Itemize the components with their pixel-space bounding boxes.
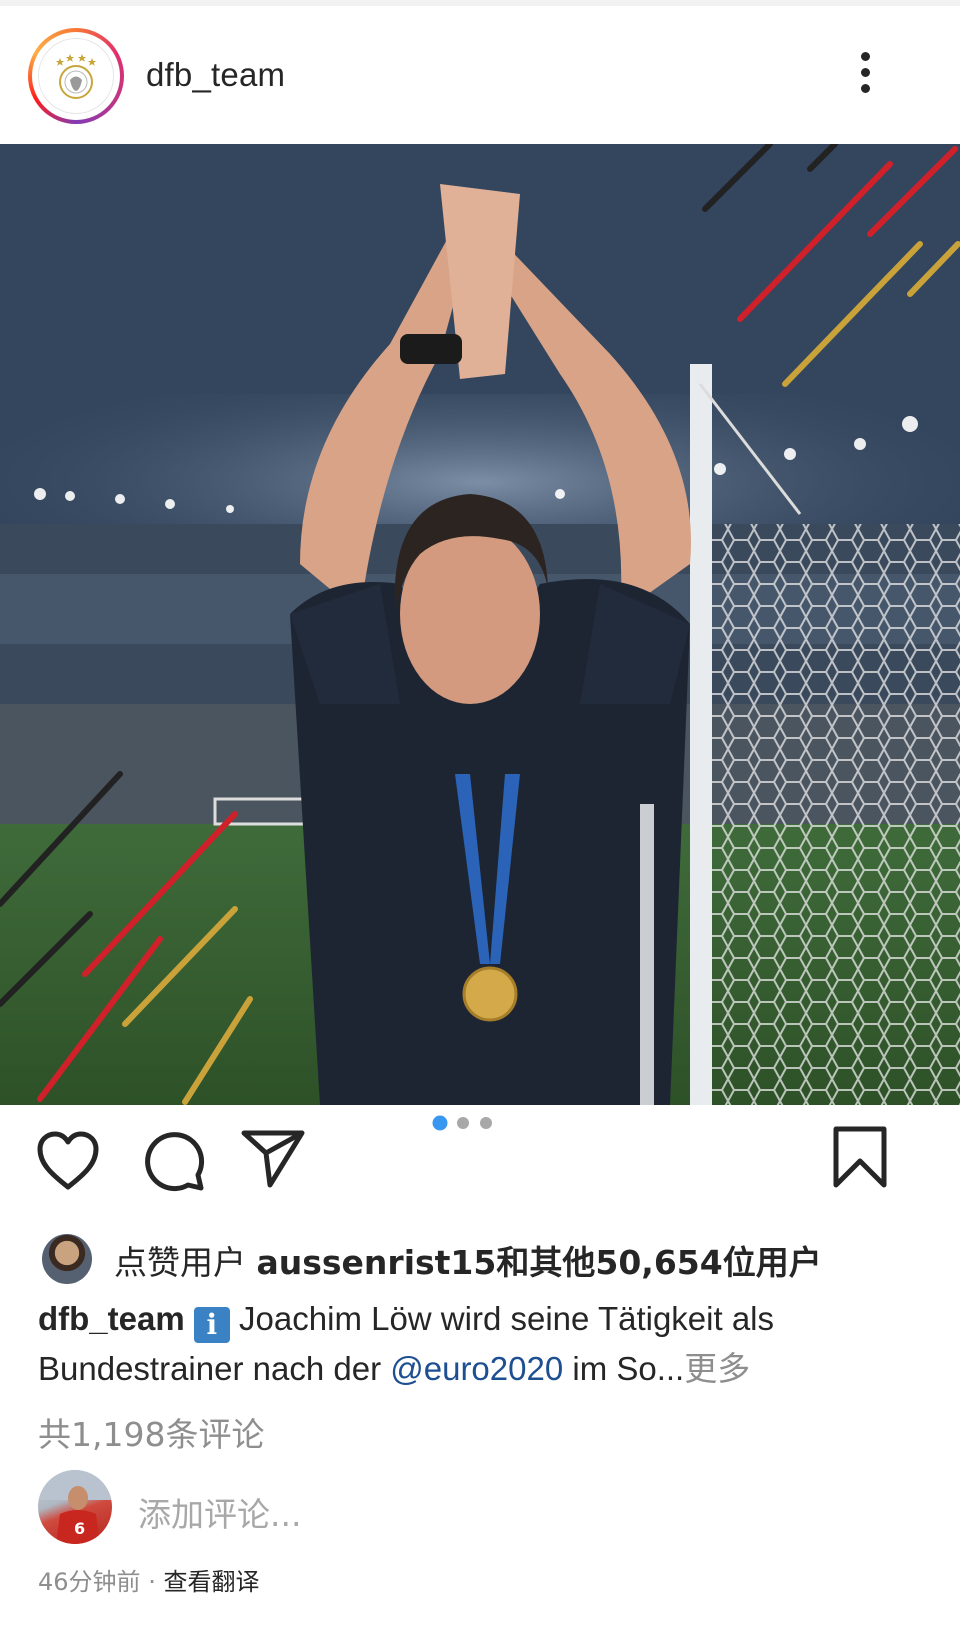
comment-input[interactable]: 添加评论...	[138, 1488, 301, 1536]
share-button[interactable]	[240, 1129, 306, 1193]
more-link[interactable]: 更多	[684, 1350, 750, 1387]
view-comments-link[interactable]: 共1,198条评论	[38, 1408, 264, 1456]
liker-username[interactable]: aussenrist15	[257, 1243, 497, 1282]
post-image	[0, 144, 960, 1105]
carousel-dot	[480, 1117, 492, 1129]
caption-username[interactable]: dfb_team	[38, 1300, 185, 1337]
post-footer: 46分钟前 · 查看翻译	[38, 1562, 259, 1597]
heart-icon	[37, 1131, 99, 1190]
footer-separator: ·	[148, 1568, 156, 1596]
add-comment-row[interactable]: 6 添加评论...	[38, 1470, 918, 1550]
action-bar	[0, 1105, 960, 1225]
likes-count[interactable]: 和其他50,654位用户	[496, 1243, 821, 1282]
instagram-post-screen: dfb_team 点赞用户 aussenrist15和其他50,654位用户 d…	[0, 0, 960, 1627]
comment-button[interactable]	[143, 1130, 205, 1196]
more-vertical-icon	[860, 52, 870, 61]
see-translation-link[interactable]: 查看翻译	[163, 1568, 259, 1596]
carousel-dot-active	[432, 1115, 448, 1131]
post-header: dfb_team	[0, 6, 960, 144]
more-options-button[interactable]	[850, 46, 880, 110]
mention-link[interactable]: @euro2020	[390, 1350, 563, 1387]
send-icon	[241, 1130, 305, 1188]
carousel-indicator	[430, 1113, 500, 1137]
profile-avatar[interactable]	[28, 28, 124, 124]
dfb-logo	[38, 38, 114, 114]
liker-avatar	[42, 1234, 92, 1284]
caption-text-continued: im So...	[563, 1350, 685, 1387]
svg-text:6: 6	[74, 1519, 85, 1538]
post-timestamp: 46分钟前	[38, 1568, 141, 1596]
info-icon: i	[193, 1307, 230, 1343]
bookmark-icon	[833, 1126, 887, 1188]
my-avatar: 6	[38, 1470, 112, 1544]
carousel-dot	[457, 1117, 469, 1129]
post-caption: dfb_team i Joachim Löw wird seine Tätigk…	[38, 1294, 928, 1394]
likes-summary[interactable]: 点赞用户 aussenrist15和其他50,654位用户	[42, 1230, 942, 1286]
save-button[interactable]	[832, 1125, 888, 1193]
likes-prefix: 点赞用户	[114, 1243, 257, 1282]
like-button[interactable]	[36, 1131, 100, 1195]
post-username[interactable]: dfb_team	[146, 56, 285, 94]
comment-icon	[145, 1132, 205, 1192]
post-photo[interactable]	[0, 144, 960, 1105]
